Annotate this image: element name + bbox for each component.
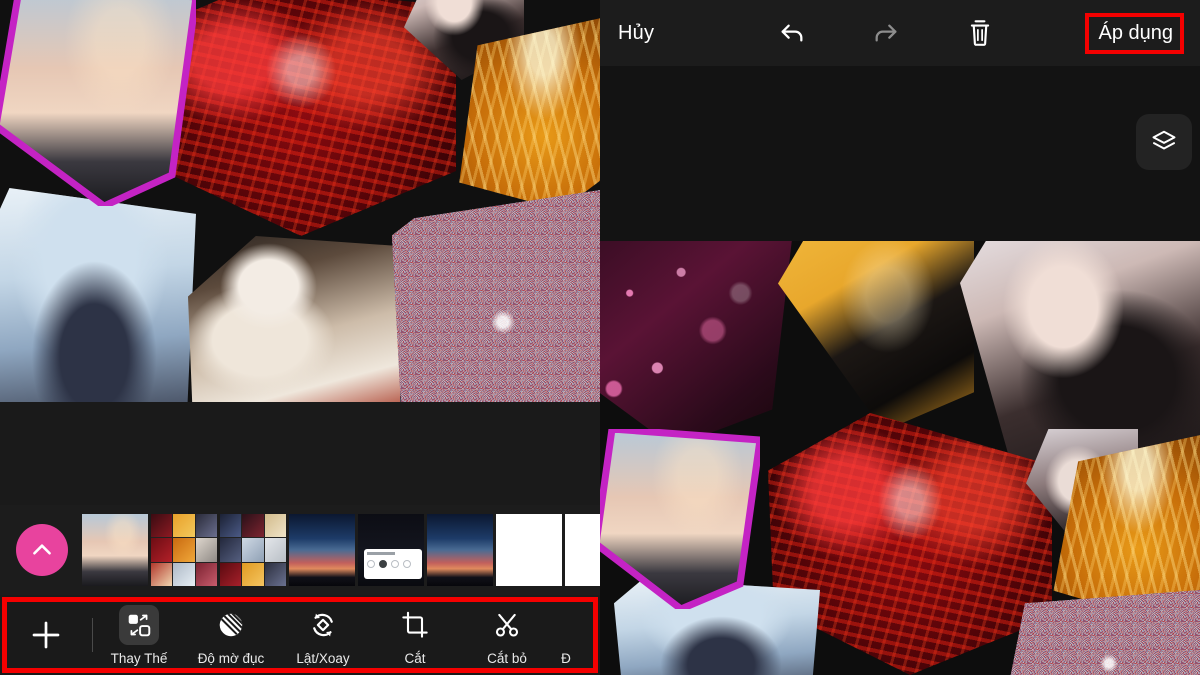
cell-dark-outfit[interactable]	[778, 241, 974, 431]
cancel-button[interactable]: Hủy	[618, 22, 654, 45]
thumb-singer-sunset[interactable]	[82, 514, 148, 586]
thumb-blank-2[interactable]	[565, 514, 600, 586]
tool-replace[interactable]: Thay Thế	[93, 604, 185, 666]
replace-icon	[119, 604, 159, 645]
collage-editor-left: Thay Thế Độ mờ đục Lật/Xoay Cắt Cắt bỏ Đ	[0, 0, 600, 675]
thumb-collage-grid-2[interactable]	[220, 514, 286, 586]
tool-flip-rotate[interactable]: Lật/Xoay	[277, 605, 369, 666]
thumb-collage-grid-1[interactable]	[151, 514, 217, 586]
cell-image	[188, 236, 400, 402]
tool-label: Độ mờ đục	[197, 650, 265, 666]
tool-label: Đ	[561, 650, 571, 666]
selection-outline	[600, 429, 760, 609]
tool-more[interactable]: Đ	[553, 605, 579, 666]
undo-icon[interactable]	[774, 15, 810, 51]
thumb-image	[220, 514, 286, 586]
edit-toolbar-wrapper: Thay Thế Độ mờ đục Lật/Xoay Cắt Cắt bỏ Đ	[0, 595, 600, 675]
scissors-icon	[487, 605, 527, 645]
layers-button[interactable]	[1136, 114, 1192, 170]
thumb-image	[151, 514, 217, 586]
tool-cut[interactable]: Cắt bỏ	[461, 605, 553, 666]
history-actions[interactable]	[774, 15, 998, 51]
cell-image	[0, 188, 196, 402]
toolbar-items[interactable]: Thay Thế Độ mờ đục Lật/Xoay Cắt Cắt bỏ Đ	[93, 604, 600, 666]
app-screen: Thay Thế Độ mờ đục Lật/Xoay Cắt Cắt bỏ Đ…	[0, 0, 1200, 675]
thumbnail-list[interactable]	[82, 514, 600, 586]
edit-toolbar[interactable]: Thay Thế Độ mờ đục Lật/Xoay Cắt Cắt bỏ Đ	[0, 595, 600, 675]
cell-crowd[interactable]	[392, 188, 600, 402]
opacity-icon	[211, 605, 251, 645]
tool-label: Cắt bỏ	[487, 650, 527, 666]
trash-icon[interactable]	[962, 15, 998, 51]
apply-button-wrapper[interactable]: Áp dụng	[1085, 12, 1184, 54]
crop-icon	[395, 605, 435, 645]
tool-opacity[interactable]: Độ mờ đục	[185, 605, 277, 666]
collage-editor-right: Hủy Áp dụng	[600, 0, 1200, 675]
tool-label: Lật/Xoay	[296, 650, 350, 666]
redo-icon[interactable]	[868, 15, 904, 51]
add-media-button[interactable]	[0, 617, 92, 653]
selection-outline	[0, 0, 196, 206]
plus-icon	[32, 621, 60, 649]
cell-blue-hair-singer[interactable]	[0, 188, 196, 402]
cell-stage-pink[interactable]	[600, 241, 792, 447]
cell-mic-singer[interactable]	[188, 236, 400, 402]
apply-button[interactable]: Áp dụng	[1098, 22, 1173, 44]
cell-image	[778, 241, 974, 431]
editor-canvas[interactable]	[600, 66, 1200, 241]
cell-image	[392, 188, 600, 402]
collage-preview-left[interactable]	[0, 0, 600, 402]
flip-rotate-icon	[303, 605, 343, 645]
thumb-image	[82, 514, 148, 586]
more-icon	[553, 605, 579, 645]
tool-label: Thay Thế	[110, 650, 168, 666]
thumb-sunset-2[interactable]	[427, 514, 493, 586]
collage-preview-right[interactable]	[600, 241, 1200, 675]
chevron-up-icon	[33, 544, 51, 555]
cell-image	[600, 241, 792, 447]
editor-topbar: Hủy Áp dụng	[600, 0, 1200, 66]
tool-crop[interactable]: Cắt	[369, 605, 461, 666]
thumb-sunset-1[interactable]	[289, 514, 355, 586]
thumb-blank-1[interactable]	[496, 514, 562, 586]
tool-label: Cắt	[404, 650, 426, 666]
expand-panel-button[interactable]	[16, 524, 68, 576]
layers-icon	[1152, 130, 1176, 150]
thumb-dialog-overlay	[364, 549, 422, 579]
thumb-screenshot-dialog[interactable]	[358, 514, 424, 586]
media-thumbnail-strip[interactable]	[0, 505, 600, 595]
